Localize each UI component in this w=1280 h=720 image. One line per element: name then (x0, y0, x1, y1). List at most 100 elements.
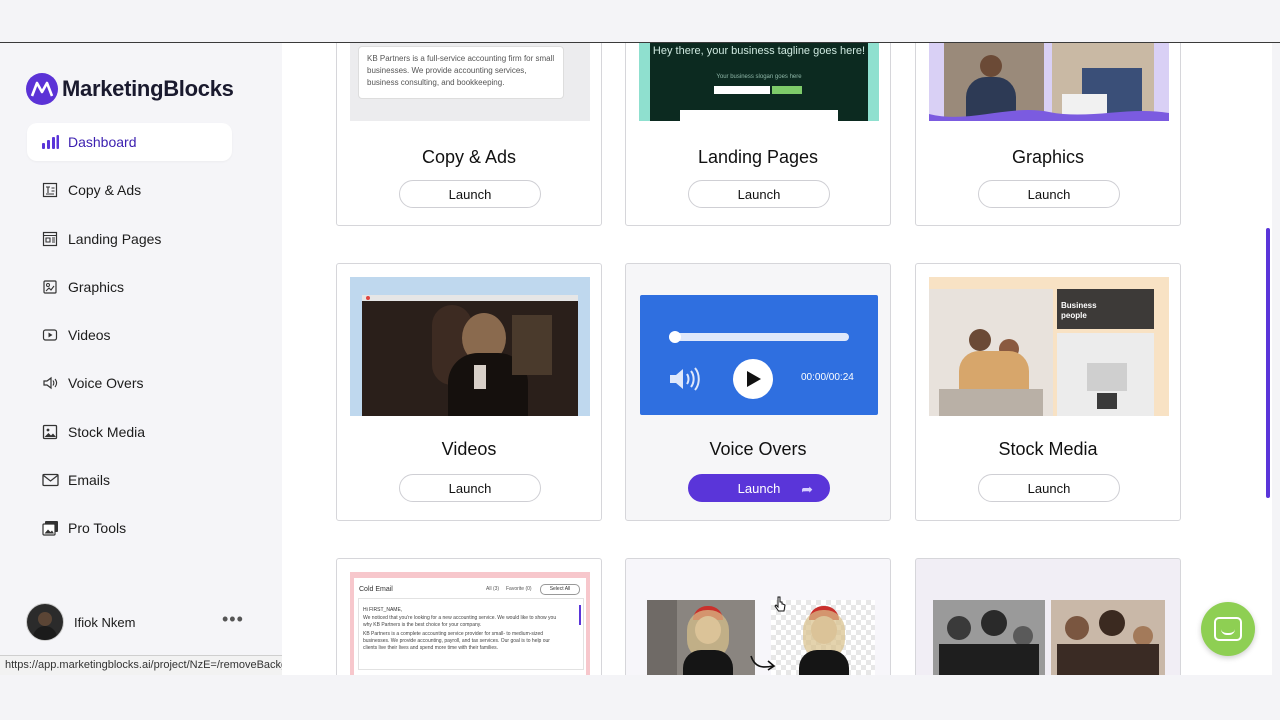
videos-preview (350, 277, 590, 416)
sidebar-item-label: Landing Pages (68, 230, 162, 247)
sidebar-item-voice-overs[interactable]: Voice Overs (27, 364, 232, 402)
copy-ads-preview-text: KB Partners is a full-service accounting… (358, 46, 564, 99)
sidebar-item-graphics[interactable]: Graphics (27, 268, 232, 306)
graphics-preview (929, 43, 1169, 121)
audio-time: 00:00/00:24 (801, 372, 854, 383)
sidebar-item-videos[interactable]: Videos (27, 316, 232, 354)
card-title: Graphics (1011, 147, 1085, 167)
tab-favorite-count: (0) (525, 586, 532, 592)
text-document-icon (41, 181, 59, 199)
scrollbar[interactable] (1266, 228, 1270, 498)
brand-logo[interactable]: MarketingBlocks (26, 73, 234, 105)
card-title: Stock Media (998, 439, 1098, 459)
share-arrow-icon: ➦ (801, 481, 813, 497)
email-preview-body-2: KB Partners is a complete accounting ser… (363, 631, 550, 651)
sidebar-item-label: Stock Media (68, 423, 146, 440)
sidebar-nav: Dashboard Copy & Ads Landing Pages Graph… (27, 123, 232, 558)
email-preview-tab-all: All (3) (486, 586, 499, 592)
card-videos: Videos Launch (336, 263, 602, 521)
main-content: KB Partners is a full-service accounting… (282, 43, 1272, 675)
sidebar-item-dashboard[interactable]: Dashboard (27, 123, 232, 161)
browser-top-bar (0, 0, 1280, 43)
card-photo-editor (915, 558, 1181, 675)
tab-all-label: All (486, 586, 492, 592)
copy-ads-preview: KB Partners is a full-service accounting… (350, 43, 590, 121)
tab-favorite-label: Favorite (506, 586, 525, 592)
audio-progress-handle[interactable] (669, 331, 681, 343)
landing-pages-preview: Hey there, your business tagline goes he… (639, 43, 879, 121)
sidebar-item-label: Graphics (68, 278, 125, 295)
arrow-right-icon (750, 655, 776, 671)
brand-suffix: Blocks (163, 76, 234, 101)
email-preview-select-all: Select All (540, 584, 580, 595)
envelope-icon (41, 471, 59, 489)
sidebar-item-label: Dashboard (68, 134, 137, 150)
sidebar-item-label: Copy & Ads (68, 182, 142, 199)
speaker-icon (41, 374, 59, 392)
card-stock-media: Business people Stock Media Launch (915, 263, 1181, 521)
sidebar: MarketingBlocks Dashboard Copy & Ads Lan… (0, 43, 322, 675)
brand-prefix: Marketing (62, 76, 164, 101)
card-landing-pages: Hey there, your business tagline goes he… (625, 43, 891, 226)
launch-videos-button[interactable]: Launch (399, 474, 541, 502)
sidebar-item-label: Pro Tools (68, 520, 127, 537)
video-play-icon (41, 326, 59, 344)
card-emails: Cold Email All (3) Favorite (0) Select A… (336, 558, 602, 675)
sidebar-item-landing-pages[interactable]: Landing Pages (27, 220, 232, 258)
brand-name: MarketingBlocks (62, 76, 234, 102)
sidebar-item-stock-media[interactable]: Stock Media (27, 413, 232, 451)
webpage-icon (41, 230, 59, 248)
card-voice-overs: 00:00/00:24 Voice Overs Launch ➦ (625, 263, 891, 521)
chat-widget-button[interactable] (1201, 602, 1255, 656)
launch-copy-ads-button[interactable]: Launch (399, 180, 541, 208)
palette-icon (41, 278, 59, 296)
emails-preview: Cold Email All (3) Favorite (0) Select A… (350, 572, 590, 675)
play-icon (747, 371, 761, 387)
chat-icon (1214, 617, 1242, 641)
launch-graphics-button[interactable]: Launch (978, 180, 1120, 208)
sidebar-item-copy-ads[interactable]: Copy & Ads (27, 171, 232, 209)
card-title: Videos (441, 439, 497, 459)
sidebar-item-label: Voice Overs (68, 375, 144, 392)
remove-background-preview (639, 600, 879, 675)
landing-preview-headline: Hey there, your business tagline goes he… (652, 45, 866, 57)
stock-media-preview: Business people (929, 277, 1169, 416)
photos-icon (41, 519, 59, 537)
card-title: Landing Pages (697, 147, 819, 167)
voice-overs-player: 00:00/00:24 (640, 295, 878, 415)
card-title: Copy & Ads (421, 147, 517, 167)
photo-editor-preview (929, 600, 1169, 675)
card-copy-ads: KB Partners is a full-service accounting… (336, 43, 602, 226)
user-name: Ifiok Nkem (74, 614, 136, 630)
sidebar-item-label: Emails (68, 472, 111, 489)
user-profile[interactable]: Ifiok Nkem ••• (26, 603, 246, 641)
landing-preview-subtext: Your business slogan goes here (716, 74, 802, 80)
audio-progress-track[interactable] (669, 333, 849, 341)
tab-all-count: (3) (492, 586, 500, 592)
email-preview-body-1: We noticed that you're looking for a new… (363, 615, 557, 628)
launch-label: Launch (737, 481, 781, 496)
sidebar-item-emails[interactable]: Emails (27, 461, 232, 499)
sidebar-item-label: Videos (68, 327, 111, 344)
card-remove-background (625, 558, 891, 675)
card-title: Voice Overs (709, 439, 807, 459)
stock-media-tag: Business people (1061, 301, 1097, 320)
status-bar-url: https://app.marketingblocks.ai/project/N… (0, 655, 322, 675)
card-graphics: Graphics Launch (915, 43, 1181, 226)
image-icon (41, 423, 59, 441)
email-preview-heading: Cold Email (359, 586, 393, 593)
mouse-cursor-icon (774, 596, 786, 612)
launch-voice-overs-button[interactable]: Launch ➦ (688, 474, 830, 502)
logo-mark-icon (26, 73, 58, 105)
email-preview-greeting: Hi FIRST_NAME, (363, 607, 403, 613)
ellipsis-icon[interactable]: ••• (222, 609, 244, 630)
volume-icon[interactable] (668, 365, 700, 398)
sidebar-item-pro-tools[interactable]: Pro Tools (27, 509, 232, 547)
launch-stock-media-button[interactable]: Launch (978, 474, 1120, 502)
bar-chart-icon (41, 133, 59, 151)
play-button[interactable] (733, 359, 773, 399)
app-window: MarketingBlocks Dashboard Copy & Ads Lan… (0, 43, 1272, 675)
email-preview-tab-favorite: Favorite (0) (506, 586, 532, 592)
avatar (26, 603, 64, 641)
launch-landing-pages-button[interactable]: Launch (688, 180, 830, 208)
